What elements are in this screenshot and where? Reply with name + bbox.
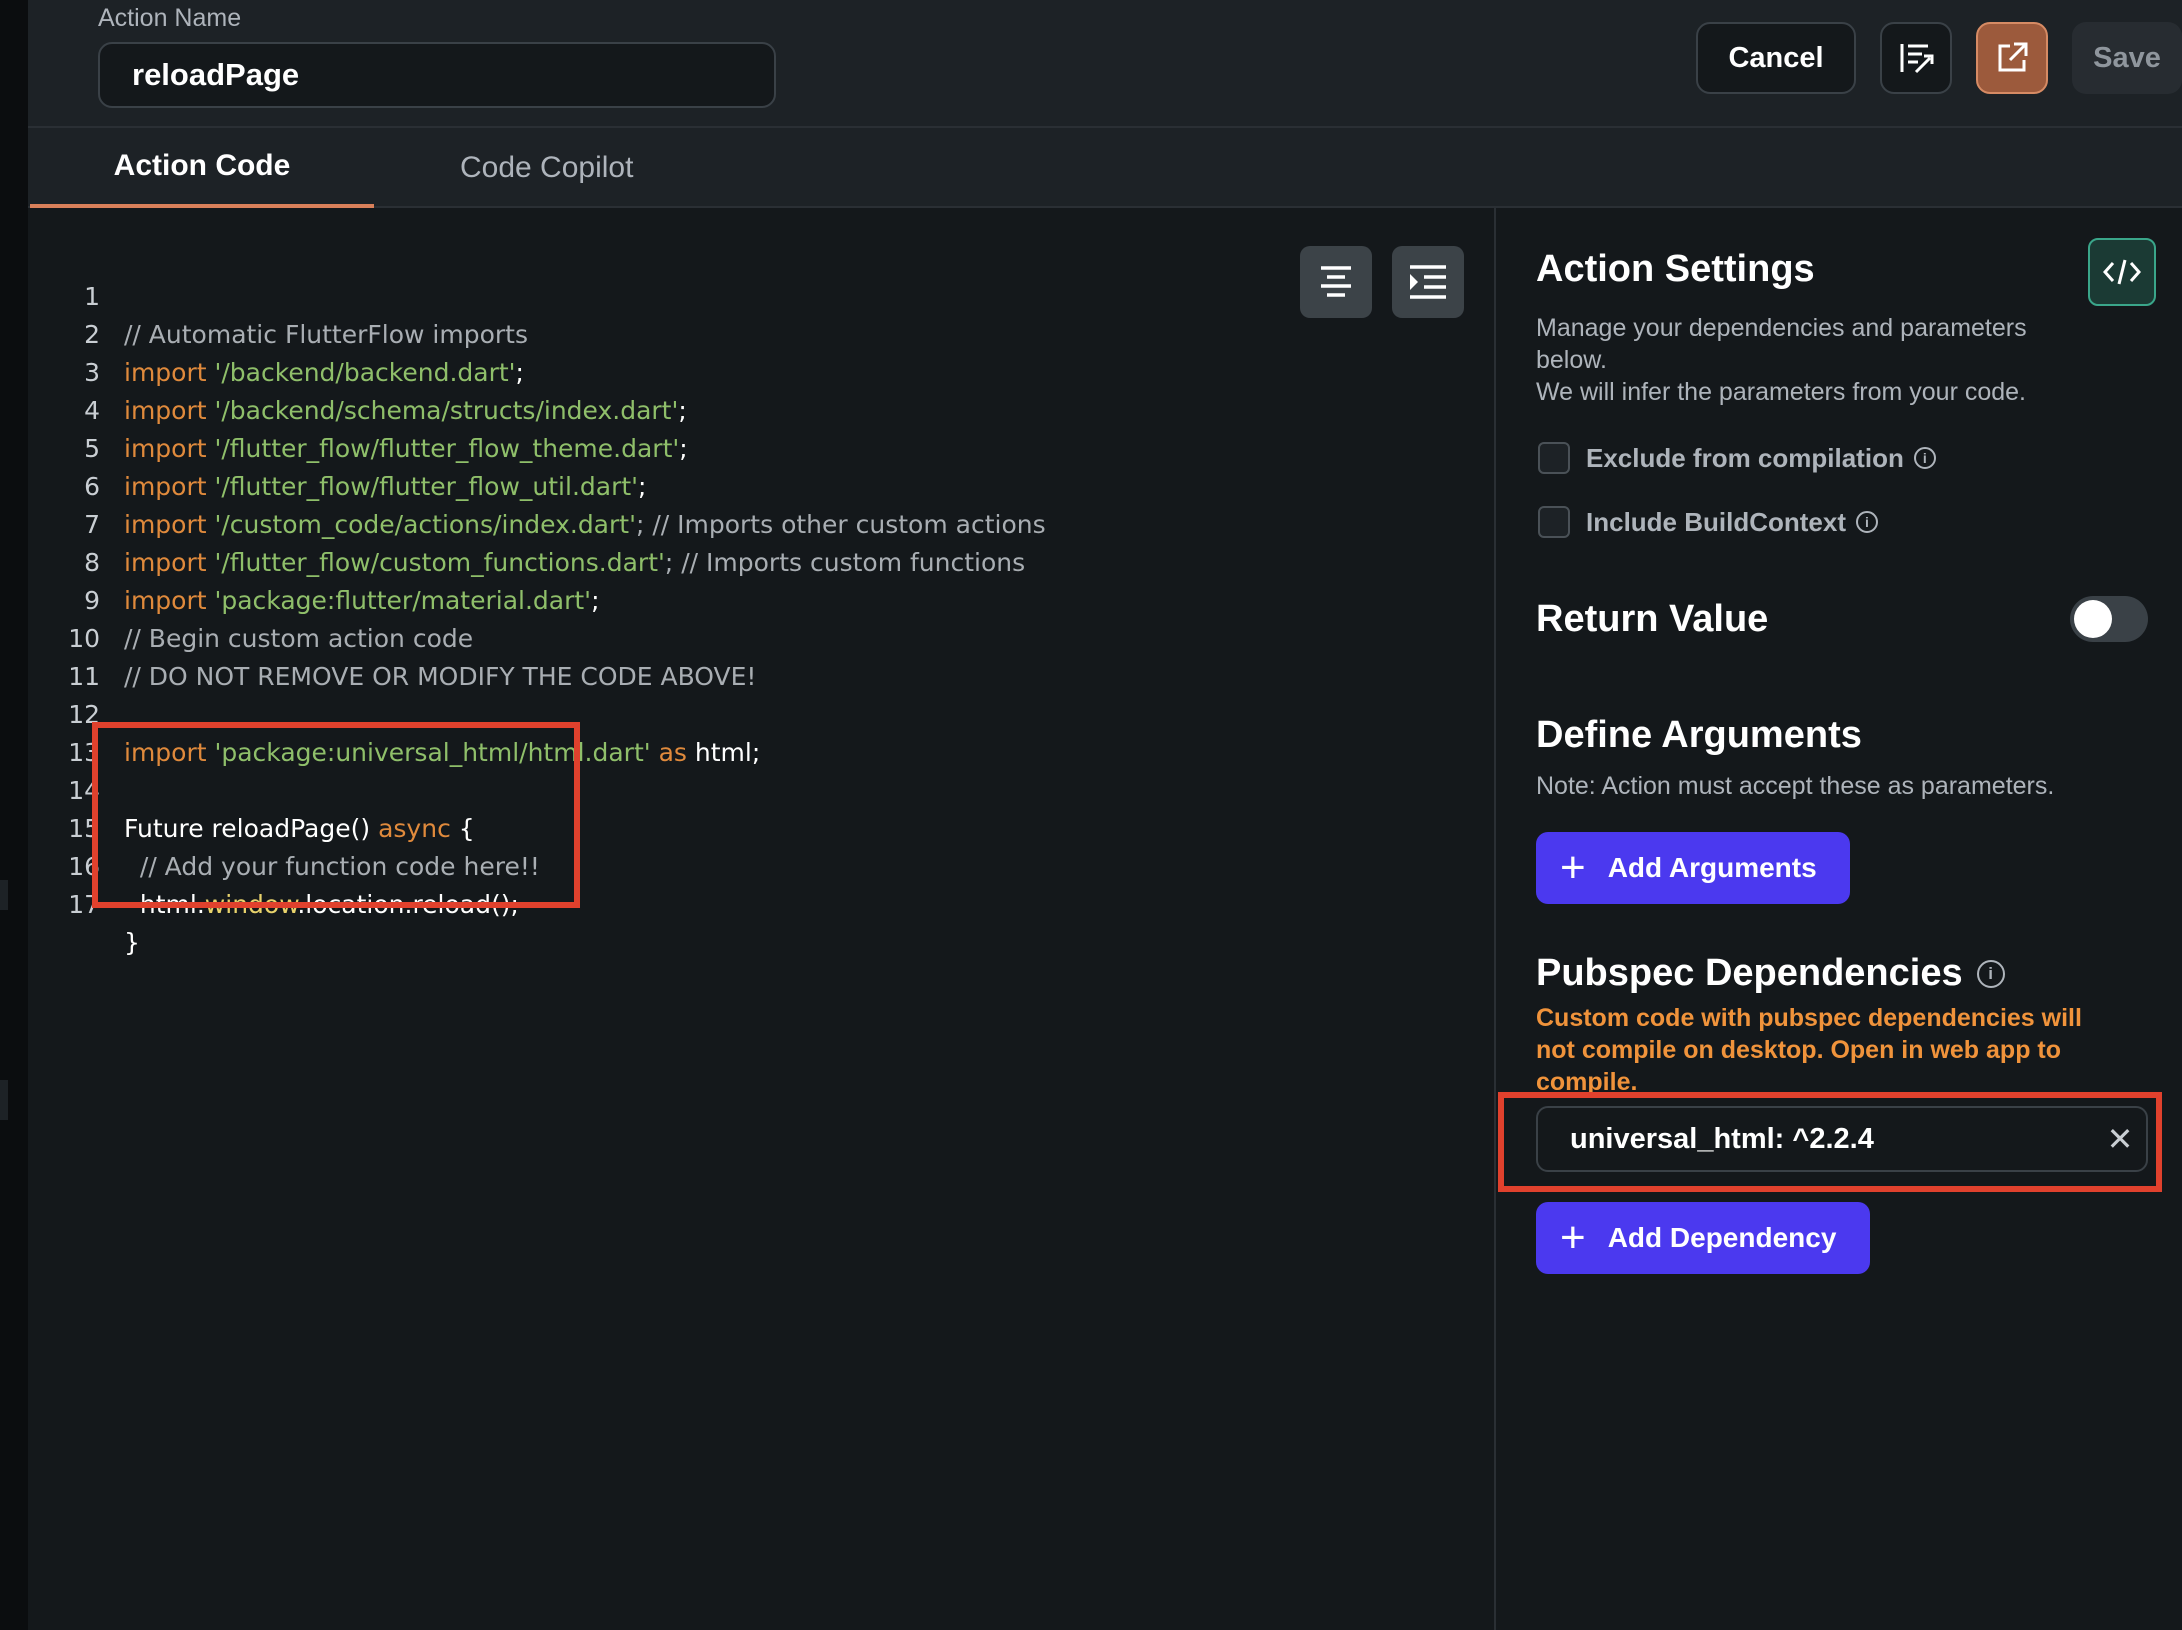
action-name-input[interactable]	[98, 42, 776, 108]
code-editor[interactable]: 1 // Automatic FlutterFlow imports 2 imp…	[28, 208, 1494, 1630]
code-line: 12 import 'package:universal_html/html.d…	[68, 700, 761, 767]
plus-icon: +	[1560, 843, 1586, 892]
save-button[interactable]: Save	[2072, 22, 2182, 94]
code-line: 11	[68, 662, 100, 691]
define-arguments-title: Define Arguments	[1536, 714, 1862, 756]
exclude-compilation-checkbox[interactable]	[1538, 442, 1570, 474]
action-settings-panel: Action Settings Manage your dependencies…	[1496, 208, 2182, 1630]
cancel-button[interactable]: Cancel	[1696, 22, 1856, 94]
code-line: 4 import '/flutter_flow/flutter_flow_the…	[84, 396, 688, 463]
code-line: 5 import '/flutter_flow/flutter_flow_uti…	[84, 434, 647, 501]
open-external-icon	[1998, 42, 2028, 72]
info-icon[interactable]: i	[1976, 959, 2005, 988]
format-code-icon	[1900, 44, 1934, 74]
open-external-button[interactable]	[1976, 22, 2048, 94]
align-center-icon	[1321, 266, 1351, 297]
code-line: 2 import '/backend/backend.dart';	[84, 320, 524, 387]
left-edge-strip	[0, 0, 28, 1630]
code-line: 8 import 'package:flutter/material.dart'…	[84, 548, 600, 615]
code-line: 3 import '/backend/schema/structs/index.…	[84, 358, 687, 425]
pubspec-warning: Custom code with pubspec dependencies wi…	[1536, 1004, 2082, 1096]
tab-action-code[interactable]: Action Code	[30, 128, 374, 208]
highlight-box-function	[92, 722, 580, 908]
include-buildcontext-row[interactable]: Include BuildContext i	[1538, 506, 1878, 538]
exclude-compilation-row[interactable]: Exclude from compilation i	[1538, 442, 1936, 474]
indent-button[interactable]	[1392, 246, 1464, 318]
plus-icon: +	[1560, 1213, 1586, 1262]
action-name-label: Action Name	[98, 4, 242, 32]
define-arguments-note: Note: Action must accept these as parame…	[1536, 772, 2055, 800]
code-line: 6 import '/custom_code/actions/index.dar…	[84, 472, 1046, 539]
return-value-title: Return Value	[1536, 598, 1769, 640]
return-value-toggle[interactable]	[2070, 596, 2148, 642]
info-icon[interactable]: i	[1913, 447, 1936, 469]
align-button[interactable]	[1300, 246, 1372, 318]
code-line: 1 // Automatic FlutterFlow imports	[84, 282, 528, 349]
edge-handle	[0, 880, 8, 910]
code-line: 10 // DO NOT REMOVE OR MODIFY THE CODE A…	[68, 624, 757, 691]
pubspec-title: Pubspec Dependencies	[1536, 952, 1963, 994]
highlight-box-dependency	[1498, 1092, 2162, 1192]
code-brackets-icon	[2103, 259, 2141, 285]
action-header: Action Name Cancel Save	[28, 0, 2182, 126]
add-arguments-label: Add Arguments	[1607, 852, 1817, 883]
add-arguments-button[interactable]: + Add Arguments	[1536, 832, 1850, 904]
info-icon[interactable]: i	[1856, 511, 1878, 533]
code-line: 7 import '/flutter_flow/custom_functions…	[84, 510, 1026, 577]
action-settings-title: Action Settings	[1536, 248, 1815, 290]
format-code-button[interactable]	[1880, 22, 1952, 94]
indent-icon	[1410, 265, 1446, 299]
add-dependency-label: Add Dependency	[1607, 1222, 1837, 1253]
tab-code-copilot[interactable]: Code Copilot	[460, 128, 633, 208]
include-buildcontext-checkbox[interactable]	[1538, 506, 1570, 538]
code-line: 9 // Begin custom action code	[84, 586, 474, 653]
action-settings-description-2: We will infer the parameters from your c…	[1536, 378, 2027, 406]
edge-handle	[0, 1080, 8, 1120]
toggle-knob	[2074, 600, 2112, 638]
action-settings-description: Manage your dependencies and parameters …	[1536, 314, 2027, 374]
exclude-compilation-label: Exclude from compilation	[1586, 442, 1904, 473]
add-dependency-button[interactable]: + Add Dependency	[1536, 1202, 1870, 1274]
tab-bar: Action Code Code Copilot	[28, 126, 2182, 208]
include-buildcontext-label: Include BuildContext	[1586, 506, 1846, 537]
code-view-button[interactable]	[2088, 238, 2156, 306]
pubspec-title-row: Pubspec Dependencies i	[1536, 952, 2005, 995]
